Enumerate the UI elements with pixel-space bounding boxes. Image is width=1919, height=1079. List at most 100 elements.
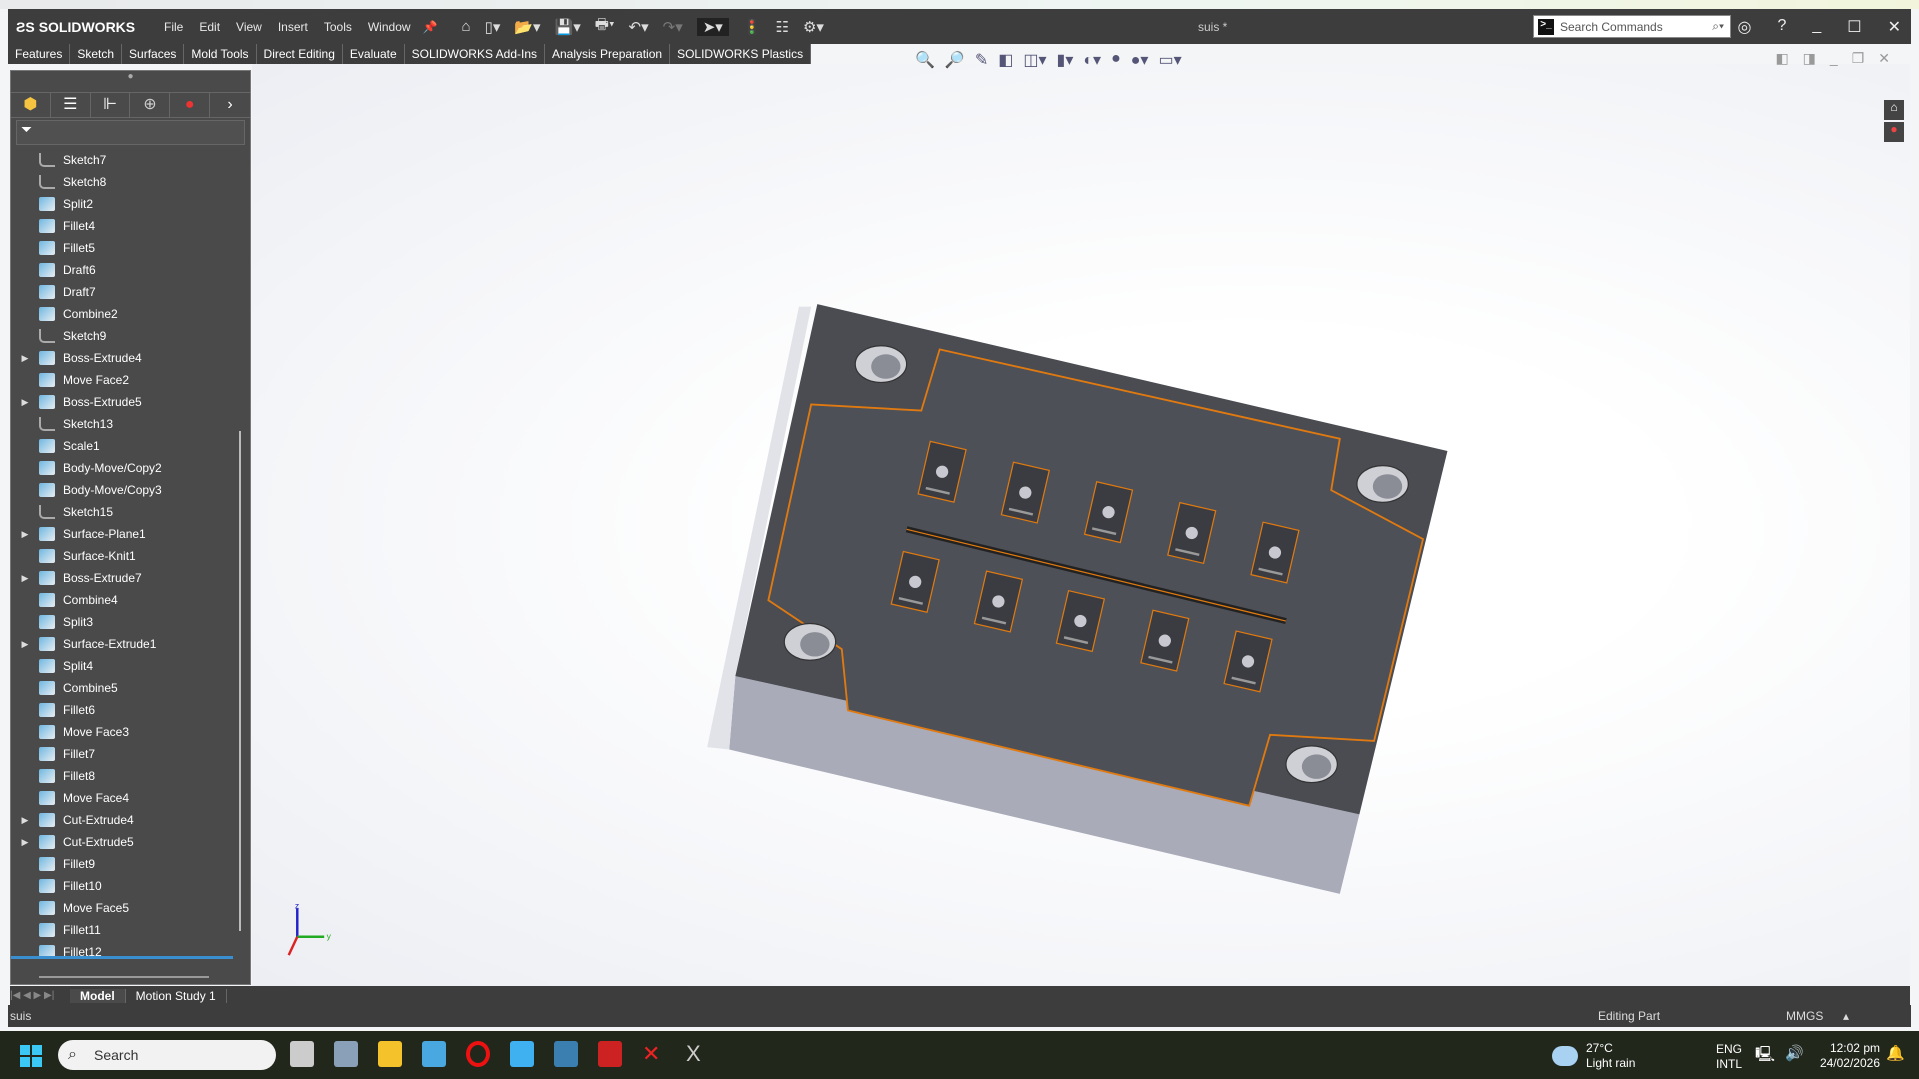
expand-tabs-icon[interactable]: › [210, 93, 250, 117]
tab-solidworks-add-ins[interactable]: SOLIDWORKS Add-Ins [405, 44, 545, 64]
notifications-icon[interactable]: 🔔 [1886, 1044, 1905, 1062]
tree-vertical-scrollbar[interactable] [239, 431, 241, 931]
clock[interactable]: 12:02 pm 24/02/2026 [1812, 1041, 1880, 1071]
minimize-button[interactable]: _ [1812, 17, 1821, 37]
previous-view-icon[interactable]: ✎ [975, 50, 988, 70]
tab-model[interactable]: Model [70, 988, 126, 1003]
tree-item[interactable]: ▶ Boss-Extrude4 [11, 347, 233, 369]
tile-right-icon[interactable]: ◨ [1803, 50, 1816, 67]
tab-navigation-arrows[interactable]: |◀ ◀ ▶ ▶| [10, 990, 70, 1001]
menu-file[interactable]: File [164, 20, 183, 34]
app-icon-blue[interactable] [510, 1041, 534, 1067]
tree-item[interactable]: ▶ Surface-Extrude1 [11, 633, 233, 655]
tree-item[interactable]: ▶ Surface-Plane1 [11, 523, 233, 545]
tab-surfaces[interactable]: Surfaces [122, 44, 185, 64]
tree-item[interactable]: Body-Move/Copy2 [11, 457, 233, 479]
view-orientation-icon[interactable]: ◫▾ [1023, 50, 1046, 70]
tree-item[interactable]: Move Face2 [11, 369, 233, 391]
tree-item[interactable]: Move Face3 [11, 721, 233, 743]
calculator-icon[interactable] [334, 1041, 358, 1067]
expand-arrow-icon[interactable]: ▶ [11, 837, 39, 848]
weather-widget[interactable]: 27°C Light rain [1552, 1041, 1635, 1071]
tree-item[interactable]: Split4 [11, 655, 233, 677]
tile-left-icon[interactable]: ◧ [1775, 50, 1788, 67]
start-button[interactable] [20, 1045, 42, 1067]
tree-horizontal-scrollbar[interactable] [39, 976, 209, 978]
tree-filter[interactable]: ⏷ [16, 120, 245, 145]
dimxpert-tab-icon[interactable]: ⊕ [130, 93, 171, 117]
tree-item[interactable]: Combine5 [11, 677, 233, 699]
redo-icon[interactable]: ↷▾ [663, 18, 683, 36]
rebuild-icon[interactable]: 🚦 [743, 18, 762, 36]
tree-item[interactable]: Move Face4 [11, 787, 233, 809]
tree-item[interactable]: Combine2 [11, 303, 233, 325]
undo-icon[interactable]: ↶▾ [629, 18, 649, 36]
tab-motion-study-1[interactable]: Motion Study 1 [126, 988, 227, 1003]
unit-system-selector[interactable]: MMGS [1786, 1009, 1823, 1023]
search-icon[interactable]: ⌕▾ [1712, 19, 1724, 34]
tree-item[interactable]: Fillet7 [11, 743, 233, 765]
pin-icon[interactable]: 📌 [423, 20, 438, 34]
tree-item[interactable]: Fillet8 [11, 765, 233, 787]
home-icon[interactable]: ⌂ [462, 18, 471, 35]
tree-item[interactable]: ▶ Boss-Extrude5 [11, 391, 233, 413]
task-pane-home-icon[interactable]: ⌂ [1884, 100, 1904, 120]
display-style-icon[interactable]: ▮▾ [1057, 50, 1074, 70]
opera-icon[interactable] [466, 1041, 490, 1067]
expand-arrow-icon[interactable]: ▶ [11, 639, 39, 650]
task-view-icon[interactable] [290, 1041, 314, 1067]
tree-item[interactable]: Move Face5 [11, 897, 233, 919]
tree-item[interactable]: Fillet6 [11, 699, 233, 721]
section-view-icon[interactable]: ◧ [998, 50, 1013, 70]
new-icon[interactable]: ▯▾ [485, 18, 501, 36]
save-icon[interactable]: 💾▾ [555, 18, 581, 36]
rollback-bar[interactable] [11, 956, 233, 959]
tree-item[interactable]: Fillet9 [11, 853, 233, 875]
tree-item[interactable]: Sketch8 [11, 171, 233, 193]
zoom-area-icon[interactable]: 🔎 [945, 50, 965, 70]
solidworks-2025-icon[interactable] [598, 1041, 622, 1067]
app-icon-x[interactable]: ✕ [642, 1041, 666, 1067]
expand-arrow-icon[interactable]: ▶ [11, 529, 39, 540]
tree-item[interactable]: Fillet4 [11, 215, 233, 237]
tree-item[interactable]: Fillet11 [11, 919, 233, 941]
tab-evaluate[interactable]: Evaluate [343, 44, 405, 64]
doc-restore-button[interactable]: ❐ [1852, 50, 1865, 67]
app-icon-x5[interactable]: X [686, 1041, 710, 1067]
options-gear-icon[interactable]: ⚙▾ [803, 18, 824, 36]
tab-sketch[interactable]: Sketch [70, 44, 123, 64]
search-commands-input[interactable]: >_ Search Commands ⌕▾ [1533, 15, 1731, 38]
tree-item[interactable]: Sketch13 [11, 413, 233, 435]
task-pane-appearance-icon[interactable]: ● [1884, 122, 1904, 142]
edit-appearance-icon[interactable]: ● [1111, 50, 1121, 70]
panel-splitter[interactable]: ● [11, 71, 250, 93]
hide-show-icon[interactable]: ◐▾ [1083, 50, 1101, 70]
file-explorer-icon[interactable] [378, 1041, 402, 1067]
tree-item[interactable]: Fillet10 [11, 875, 233, 897]
tree-item[interactable]: Combine4 [11, 589, 233, 611]
select-icon[interactable]: ➤▾ [696, 17, 729, 36]
menu-tools[interactable]: Tools [324, 20, 352, 34]
tab-mold-tools[interactable]: Mold Tools [184, 44, 257, 64]
notepad-icon[interactable] [422, 1041, 446, 1067]
network-icon[interactable]: 🖳 [1755, 1044, 1775, 1069]
expand-arrow-icon[interactable]: ▶ [11, 815, 39, 826]
doc-minimize-button[interactable]: _ [1830, 50, 1838, 67]
tree-item[interactable]: ▶ Cut-Extrude5 [11, 831, 233, 853]
tree-item[interactable]: Fillet5 [11, 237, 233, 259]
tree-item[interactable]: ▶ Cut-Extrude4 [11, 809, 233, 831]
display-manager-tab-icon[interactable]: ● [170, 93, 211, 117]
property-manager-tab-icon[interactable]: ☰ [51, 93, 91, 117]
volume-icon[interactable]: 🔊 [1785, 1044, 1804, 1069]
taskbar-search[interactable]: ⌕ Search [58, 1040, 276, 1070]
tree-item[interactable]: Sketch9 [11, 325, 233, 347]
tree-item[interactable]: Split3 [11, 611, 233, 633]
app-icon-monitor[interactable] [554, 1041, 578, 1067]
scene-icon[interactable]: ●▾ [1131, 50, 1149, 70]
configuration-manager-tab-icon[interactable]: ⊩ [91, 93, 131, 117]
tree-item[interactable]: Body-Move/Copy3 [11, 479, 233, 501]
menu-window[interactable]: Window [368, 20, 411, 34]
maximize-button[interactable]: ☐ [1847, 17, 1861, 37]
tree-item[interactable]: Fillet12 [11, 941, 233, 963]
zoom-to-fit-icon[interactable]: 🔍 [915, 50, 935, 70]
